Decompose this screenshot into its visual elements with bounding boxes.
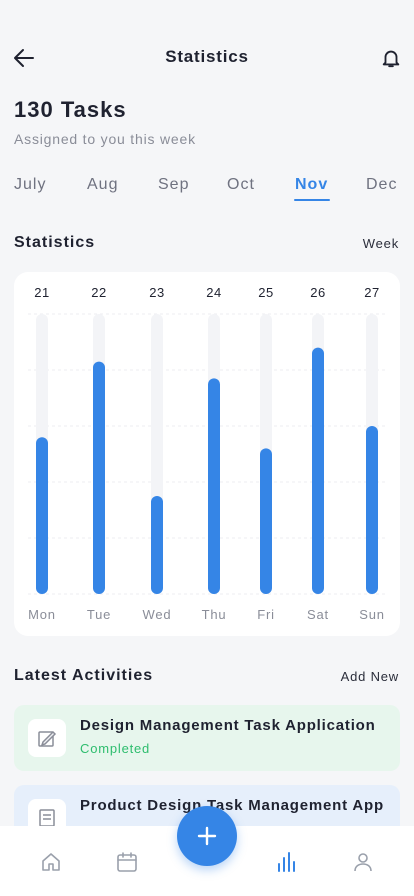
page-title: Statistics: [165, 47, 249, 66]
chart-date-label: 24: [206, 285, 221, 300]
activity-title: Design Management Task Application: [80, 717, 376, 734]
period-selector[interactable]: Week: [363, 236, 399, 251]
nav-home[interactable]: [37, 848, 65, 876]
chart-day-label: Wed: [143, 607, 172, 622]
chart-day-label: Mon: [28, 607, 56, 622]
activity-thumbnail: [28, 719, 66, 757]
stats-icon: [278, 852, 295, 872]
chart-bar-thu[interactable]: [208, 378, 220, 594]
nav-statistics[interactable]: [272, 848, 300, 876]
month-tabs: July Aug Sep Oct Nov Dec: [14, 176, 414, 206]
chart-day-label: Thu: [202, 607, 227, 622]
add-task-fab[interactable]: [177, 806, 237, 866]
chart-date-label: 25: [258, 285, 273, 300]
selected-month-indicator: [294, 199, 330, 201]
chart-bar-wed[interactable]: [151, 496, 163, 594]
statistics-chart-card: 21 Mon 22 Tue 23 Wed 24 Thu 25 Fri 26 Sat 27 Sun: [14, 272, 400, 636]
statistics-title: Statistics: [14, 234, 96, 251]
nav-calendar[interactable]: [113, 848, 141, 876]
calendar-icon: [117, 852, 137, 872]
notifications-button[interactable]: [378, 45, 404, 71]
chart-day-label: Sun: [359, 607, 385, 622]
chart-day-label: Sat: [307, 607, 329, 622]
tab-month-aug[interactable]: Aug: [87, 176, 118, 194]
tab-month-oct[interactable]: Oct: [227, 176, 255, 194]
chart-day-label: Tue: [87, 607, 111, 622]
header: Statistics: [0, 0, 414, 100]
chart-date-label: 21: [34, 285, 49, 300]
tasks-subtitle: Assigned to you this week: [14, 131, 196, 147]
tab-month-nov[interactable]: Nov: [295, 176, 328, 194]
weekly-bar-chart: 21 Mon 22 Tue 23 Wed 24 Thu 25 Fri 26 Sat 27 Sun: [28, 285, 386, 622]
chart-date-label: 26: [310, 285, 325, 300]
chart-bar-mon[interactable]: [36, 437, 48, 594]
add-new-button[interactable]: Add New: [341, 669, 399, 684]
tab-month-july[interactable]: July: [14, 176, 46, 194]
chart-date-label: 23: [149, 285, 164, 300]
chart-bar-tue[interactable]: [93, 361, 105, 594]
plus-icon: [197, 826, 217, 846]
edit-document-icon: [38, 730, 57, 747]
tasks-count-title: 130 Tasks: [14, 97, 127, 122]
activity-title: Product Design Task Management App: [80, 797, 384, 814]
profile-icon: [354, 853, 372, 872]
chart-bar-fri[interactable]: [260, 448, 272, 594]
chart-date-label: 22: [91, 285, 106, 300]
latest-activities-title: Latest Activities: [14, 667, 154, 684]
chart-day-label: Fri: [257, 607, 275, 622]
chart-date-label: 27: [364, 285, 379, 300]
chart-bar-sat[interactable]: [312, 347, 324, 594]
nav-profile[interactable]: [349, 848, 377, 876]
chart-bar-sun[interactable]: [366, 426, 378, 594]
tab-month-dec[interactable]: Dec: [366, 176, 397, 194]
home-icon: [42, 853, 60, 871]
activity-item[interactable]: Design Management Task Application Compl…: [14, 705, 400, 771]
bell-icon: [382, 50, 400, 68]
activity-status: Completed: [80, 741, 151, 756]
tab-month-sep[interactable]: Sep: [158, 176, 189, 194]
